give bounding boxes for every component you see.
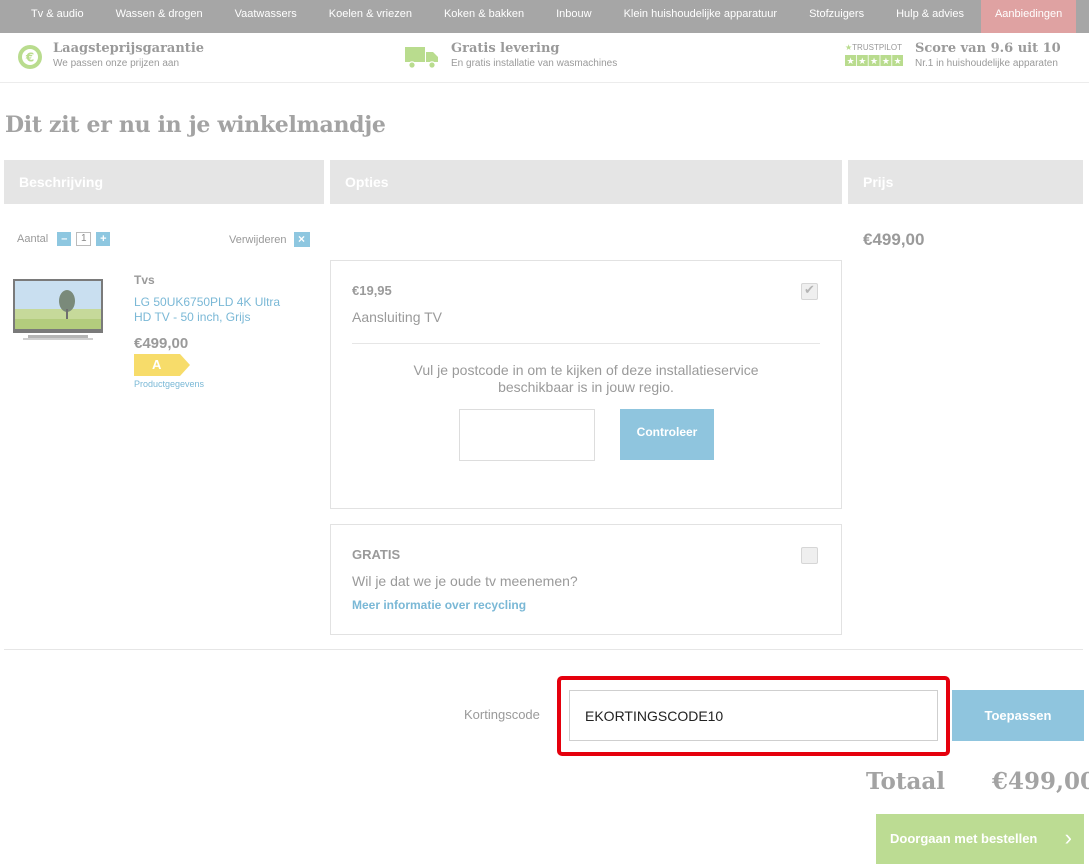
option-recycling-question: Wil je dat we je oude tv meenemen? <box>352 573 578 589</box>
svg-text:★: ★ <box>882 57 890 67</box>
product-category: Tvs <box>134 273 155 287</box>
option-installation-name: Aansluiting TV <box>352 309 443 325</box>
delivery-truck-icon <box>405 47 438 69</box>
main-navigation: Tv & audio Wassen & drogen Vaatwassers K… <box>0 0 1089 33</box>
nav-item-klein-huishoudelijk[interactable]: Klein huishoudelijke apparatuur <box>608 0 794 33</box>
recycling-info-link[interactable]: Meer informatie over recycling <box>352 598 526 612</box>
svg-text:★: ★ <box>894 57 902 67</box>
section-divider <box>4 649 1083 650</box>
check-postcode-button[interactable]: Controleer <box>620 409 714 460</box>
option-installation-price: €19,95 <box>352 283 392 298</box>
row-price: €499,00 <box>863 230 925 249</box>
nav-item-inbouw[interactable]: Inbouw <box>540 0 607 33</box>
product-name-link[interactable]: LG 50UK6750PLD 4K Ultra HD TV - 50 inch,… <box>134 295 294 325</box>
usp-price-sub: We passen onze prijzen aan <box>53 58 180 69</box>
apply-discount-button[interactable]: Toepassen <box>952 690 1084 741</box>
quantity-value[interactable]: 1 <box>76 232 92 246</box>
checkmark-icon: ✔ <box>804 283 815 298</box>
energy-label-text: A <box>152 357 162 372</box>
option-installation-box: €19,95 Aansluiting TV ✔ Vul je postcode … <box>330 260 842 509</box>
quantity-label: Aantal <box>17 233 49 245</box>
nav-item-aanbiedingen[interactable]: Aanbiedingen <box>980 0 1077 33</box>
option-recycling-box: GRATIS Wil je dat we je oude tv meenemen… <box>330 524 842 635</box>
remove-item[interactable]: Verwijderen × <box>229 232 310 247</box>
chevron-right-icon: › <box>1064 825 1072 850</box>
quantity-control: Aantal – 1 + <box>17 232 111 246</box>
nav-item-koken-bakken[interactable]: Koken & bakken <box>428 0 540 33</box>
column-header-price: Prijs <box>848 160 1083 204</box>
divider <box>352 343 820 344</box>
nav-item-tv-audio[interactable]: Tv & audio <box>0 0 100 33</box>
option-recycling-checkbox[interactable] <box>801 547 818 564</box>
discount-code-input[interactable] <box>569 690 938 741</box>
product-price: €499,00 <box>134 335 189 352</box>
usp-delivery-sub: En gratis installatie van wasmachines <box>451 58 618 69</box>
checkout-button[interactable]: Doorgaan met bestellen › <box>876 814 1084 864</box>
total-amount: €499,00 <box>992 768 1089 795</box>
product-details-link[interactable]: Productgegevens <box>134 379 204 389</box>
euro-badge-icon: € <box>18 45 42 69</box>
option-recycling-title: GRATIS <box>352 547 401 562</box>
nav-item-vaatwassers[interactable]: Vaatwassers <box>219 0 313 33</box>
trustpilot-logo: ★TRUSTPILOT <box>845 43 902 52</box>
quantity-decrease-button[interactable]: – <box>57 232 72 246</box>
svg-text:★: ★ <box>870 57 878 67</box>
option-installation-checkbox[interactable]: ✔ <box>801 283 818 300</box>
total-label: Totaal <box>866 768 945 795</box>
column-header-description: Beschrijving <box>4 160 324 204</box>
quantity-increase-button[interactable]: + <box>96 232 111 246</box>
nav-item-koelen-vriezen[interactable]: Koelen & vriezen <box>313 0 428 33</box>
usp-rating-title: Score van 9.6 uit 10 <box>915 41 1061 56</box>
svg-text:★: ★ <box>858 57 866 67</box>
postcode-instruction: Vul je postcode in om te kijken of deze … <box>413 362 759 395</box>
tv-product-image[interactable] <box>13 279 103 341</box>
nav-item-hulp-advies[interactable]: Hulp & advies <box>880 0 980 33</box>
page-title: Dit zit er nu in je winkelmandje <box>5 112 386 138</box>
svg-text:€: € <box>25 51 34 65</box>
column-header-options: Opties <box>330 160 842 204</box>
nav-item-wassen-drogen[interactable]: Wassen & drogen <box>100 0 219 33</box>
energy-label-badge[interactable] <box>134 354 190 376</box>
trustpilot-stars-icon: ★ ★ ★ ★ ★ <box>845 55 903 67</box>
usp-delivery-title: Gratis levering <box>451 41 560 56</box>
usp-price-title: Laagsteprijsgarantie <box>53 41 205 56</box>
usp-rating-sub: Nr.1 in huishoudelijke apparaten <box>915 58 1058 69</box>
close-icon[interactable]: × <box>293 232 310 247</box>
usp-bar: € Laagsteprijsgarantie We passen onze pr… <box>0 33 1089 83</box>
postcode-input[interactable] <box>459 409 595 461</box>
checkout-button-label[interactable]: Doorgaan met bestellen <box>890 831 1037 846</box>
svg-text:★: ★ <box>846 57 854 67</box>
remove-label[interactable]: Verwijderen <box>229 234 286 246</box>
discount-code-label: Kortingscode <box>464 707 540 722</box>
nav-item-stofzuigers[interactable]: Stofzuigers <box>793 0 880 33</box>
